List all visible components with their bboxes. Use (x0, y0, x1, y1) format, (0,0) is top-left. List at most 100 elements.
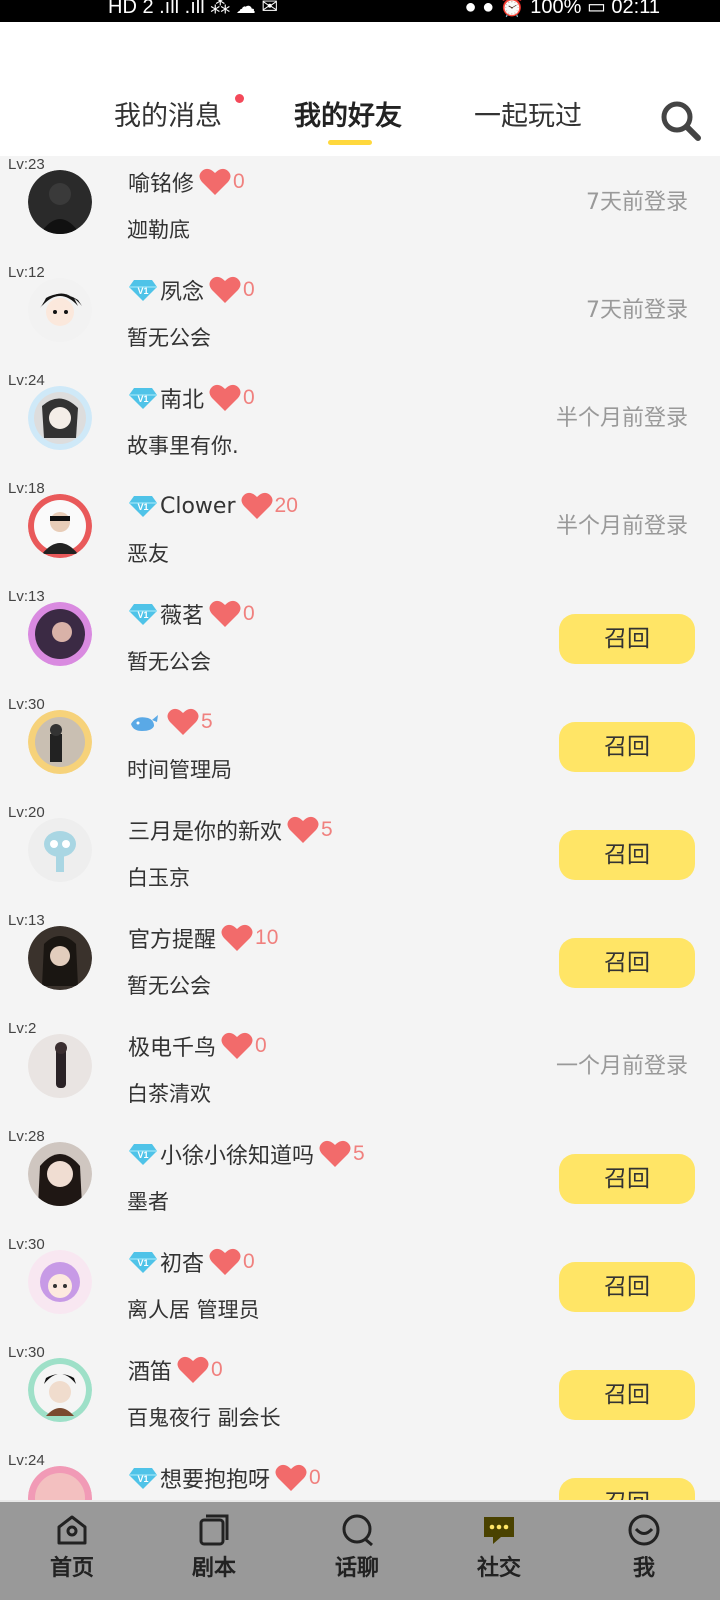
recall-button[interactable]: 召回 (559, 722, 695, 772)
heart-icon (209, 600, 241, 627)
guild-name: 白茶清欢 (127, 1082, 211, 1106)
friend-row[interactable]: Lv:20 三月是你的新欢 5 白玉京 召回 (0, 804, 720, 914)
last-login-text: 一个月前登录 (555, 1054, 688, 1079)
active-tab-indicator (328, 140, 372, 145)
svg-text:V1: V1 (137, 1474, 148, 1484)
recall-button[interactable]: 召回 (559, 614, 695, 664)
guild-name: 白玉京 (127, 866, 190, 890)
avatar[interactable] (28, 926, 92, 990)
tab-played-together[interactable]: 一起玩过 (474, 94, 582, 133)
heart-icon (275, 1464, 307, 1491)
name-line: V1 想要抱抱呀 0 (128, 1462, 321, 1494)
avatar[interactable] (28, 1358, 92, 1422)
level-label: Lv:30 (8, 1236, 45, 1253)
avatar[interactable] (28, 1142, 92, 1206)
friend-row[interactable]: Lv:30 V1 初杳 0 离人居 管理员 召回 (0, 1236, 720, 1346)
nickname: 南北 (160, 388, 205, 413)
like-count: 5 (353, 1142, 365, 1165)
avatar[interactable] (28, 1250, 92, 1314)
avatar[interactable] (28, 710, 92, 774)
friend-row[interactable]: Lv:13 V1 薇茗 0 暂无公会 召回 (0, 588, 720, 698)
heart-icon (167, 708, 199, 735)
vip-diamond-icon: V1 (129, 496, 157, 517)
recall-button[interactable]: 召回 (559, 1262, 695, 1312)
name-line: V1 小徐小徐知道吗 5 (128, 1138, 365, 1170)
nickname: 极电千鸟 (128, 1036, 217, 1061)
friend-row[interactable]: Lv:12 V1 夙念 0 暂无公会 7天前登录 (0, 264, 720, 374)
friend-row[interactable]: Lv:23 喻铭修 0 迦勒底 7天前登录 (0, 156, 720, 266)
recall-button[interactable]: 召回 (559, 830, 695, 880)
name-line: 极电千鸟 0 (128, 1030, 267, 1062)
nickname: 夙念 (160, 280, 205, 305)
level-label: Lv:23 (8, 156, 45, 173)
svg-text:V1: V1 (137, 1150, 148, 1160)
friend-row[interactable]: Lv:30 5 时间管理局 召回 (0, 696, 720, 806)
name-line: 5 (128, 706, 213, 738)
like-count: 0 (233, 170, 245, 193)
nav-home-label: 首页 (49, 1556, 94, 1581)
guild-name: 恶友 (127, 542, 169, 566)
status-bar-right: ● ● ⏰ 100% ▭ 02:11 (464, 0, 660, 18)
heart-icon (287, 816, 319, 843)
nav-profile[interactable]: 我 (594, 1502, 694, 1600)
search-button[interactable] (660, 100, 702, 142)
avatar[interactable] (28, 386, 92, 450)
social-message-icon (484, 1517, 514, 1544)
status-bar-left: HD 2 .ıll .ıll ⁂ ☁ ✉ (108, 0, 279, 18)
nav-script[interactable]: 剧本 (164, 1502, 264, 1600)
friend-list[interactable]: Lv:23 喻铭修 0 迦勒底 7天前登录 Lv:12 V1 夙念 0 暂无公会 7天前登录 Lv:2… (0, 156, 720, 1500)
last-login-text: 7天前登录 (586, 298, 688, 323)
guild-name: 迦勒底 (127, 218, 190, 242)
tab-my-friends[interactable]: 我的好友 (294, 94, 402, 133)
name-line: 三月是你的新欢 5 (128, 814, 333, 846)
recall-button[interactable]: 召回 (559, 1478, 695, 1500)
level-label: Lv:28 (8, 1128, 45, 1145)
friend-row[interactable]: Lv:24 V1 南北 0 故事里有你. 半个月前登录 (0, 372, 720, 482)
nav-social[interactable]: 社交 (449, 1502, 549, 1600)
level-label: Lv:2 (8, 1020, 37, 1037)
header: 我的消息 我的好友 一起玩过 (0, 22, 720, 156)
recall-button[interactable]: 召回 (559, 938, 695, 988)
recall-button[interactable]: 召回 (559, 1370, 695, 1420)
whale-badge-icon (131, 715, 158, 731)
friend-row[interactable]: Lv:13 官方提醒 10 暂无公会 召回 (0, 912, 720, 1022)
tab-my-messages[interactable]: 我的消息 (114, 94, 222, 133)
like-count: 0 (243, 602, 255, 625)
nickname: 喻铭修 (128, 172, 195, 197)
avatar[interactable] (28, 602, 92, 666)
avatar[interactable] (28, 494, 92, 558)
like-count: 5 (321, 818, 333, 841)
avatar[interactable] (28, 1034, 92, 1098)
nickname: 想要抱抱呀 (160, 1468, 271, 1493)
avatar[interactable] (28, 1466, 92, 1500)
nav-social-label: 社交 (476, 1556, 521, 1581)
name-line: V1 薇茗 0 (128, 598, 255, 630)
heart-icon (241, 492, 273, 519)
friend-row[interactable]: Lv:24 V1 想要抱抱呀 0 召回 (0, 1452, 720, 1500)
last-login-text: 7天前登录 (586, 190, 688, 215)
svg-text:V1: V1 (137, 610, 148, 620)
name-line: V1 夙念 0 (128, 274, 255, 306)
avatar[interactable] (28, 818, 92, 882)
level-label: Lv:12 (8, 264, 45, 281)
friend-row[interactable]: Lv:28 V1 小徐小徐知道吗 5 墨者 召回 (0, 1128, 720, 1238)
last-login-text: 半个月前登录 (555, 514, 688, 539)
like-count: 0 (243, 278, 255, 301)
friend-row[interactable]: Lv:30 酒笛 0 百鬼夜行 副会长 召回 (0, 1344, 720, 1454)
svg-text:V1: V1 (137, 394, 148, 404)
avatar[interactable] (28, 170, 92, 234)
friend-row[interactable]: Lv:18 V1 Clower 20 恶友 半个月前登录 (0, 480, 720, 590)
nav-chat[interactable]: 话聊 (307, 1502, 407, 1600)
name-line: V1 初杳 0 (128, 1246, 255, 1278)
vip-diamond-icon: V1 (129, 388, 157, 409)
friend-row[interactable]: Lv:2 极电千鸟 0 白茶清欢 一个月前登录 (0, 1020, 720, 1130)
svg-text:V1: V1 (137, 1258, 148, 1268)
nav-home[interactable]: 首页 (22, 1502, 122, 1600)
name-line: 官方提醒 10 (128, 922, 278, 954)
recall-button[interactable]: 召回 (559, 1154, 695, 1204)
nickname: 酒笛 (128, 1360, 173, 1385)
avatar[interactable] (28, 278, 92, 342)
like-count: 0 (211, 1358, 223, 1381)
nav-profile-label: 我 (632, 1556, 655, 1581)
chat-bubble-icon (342, 1514, 373, 1547)
